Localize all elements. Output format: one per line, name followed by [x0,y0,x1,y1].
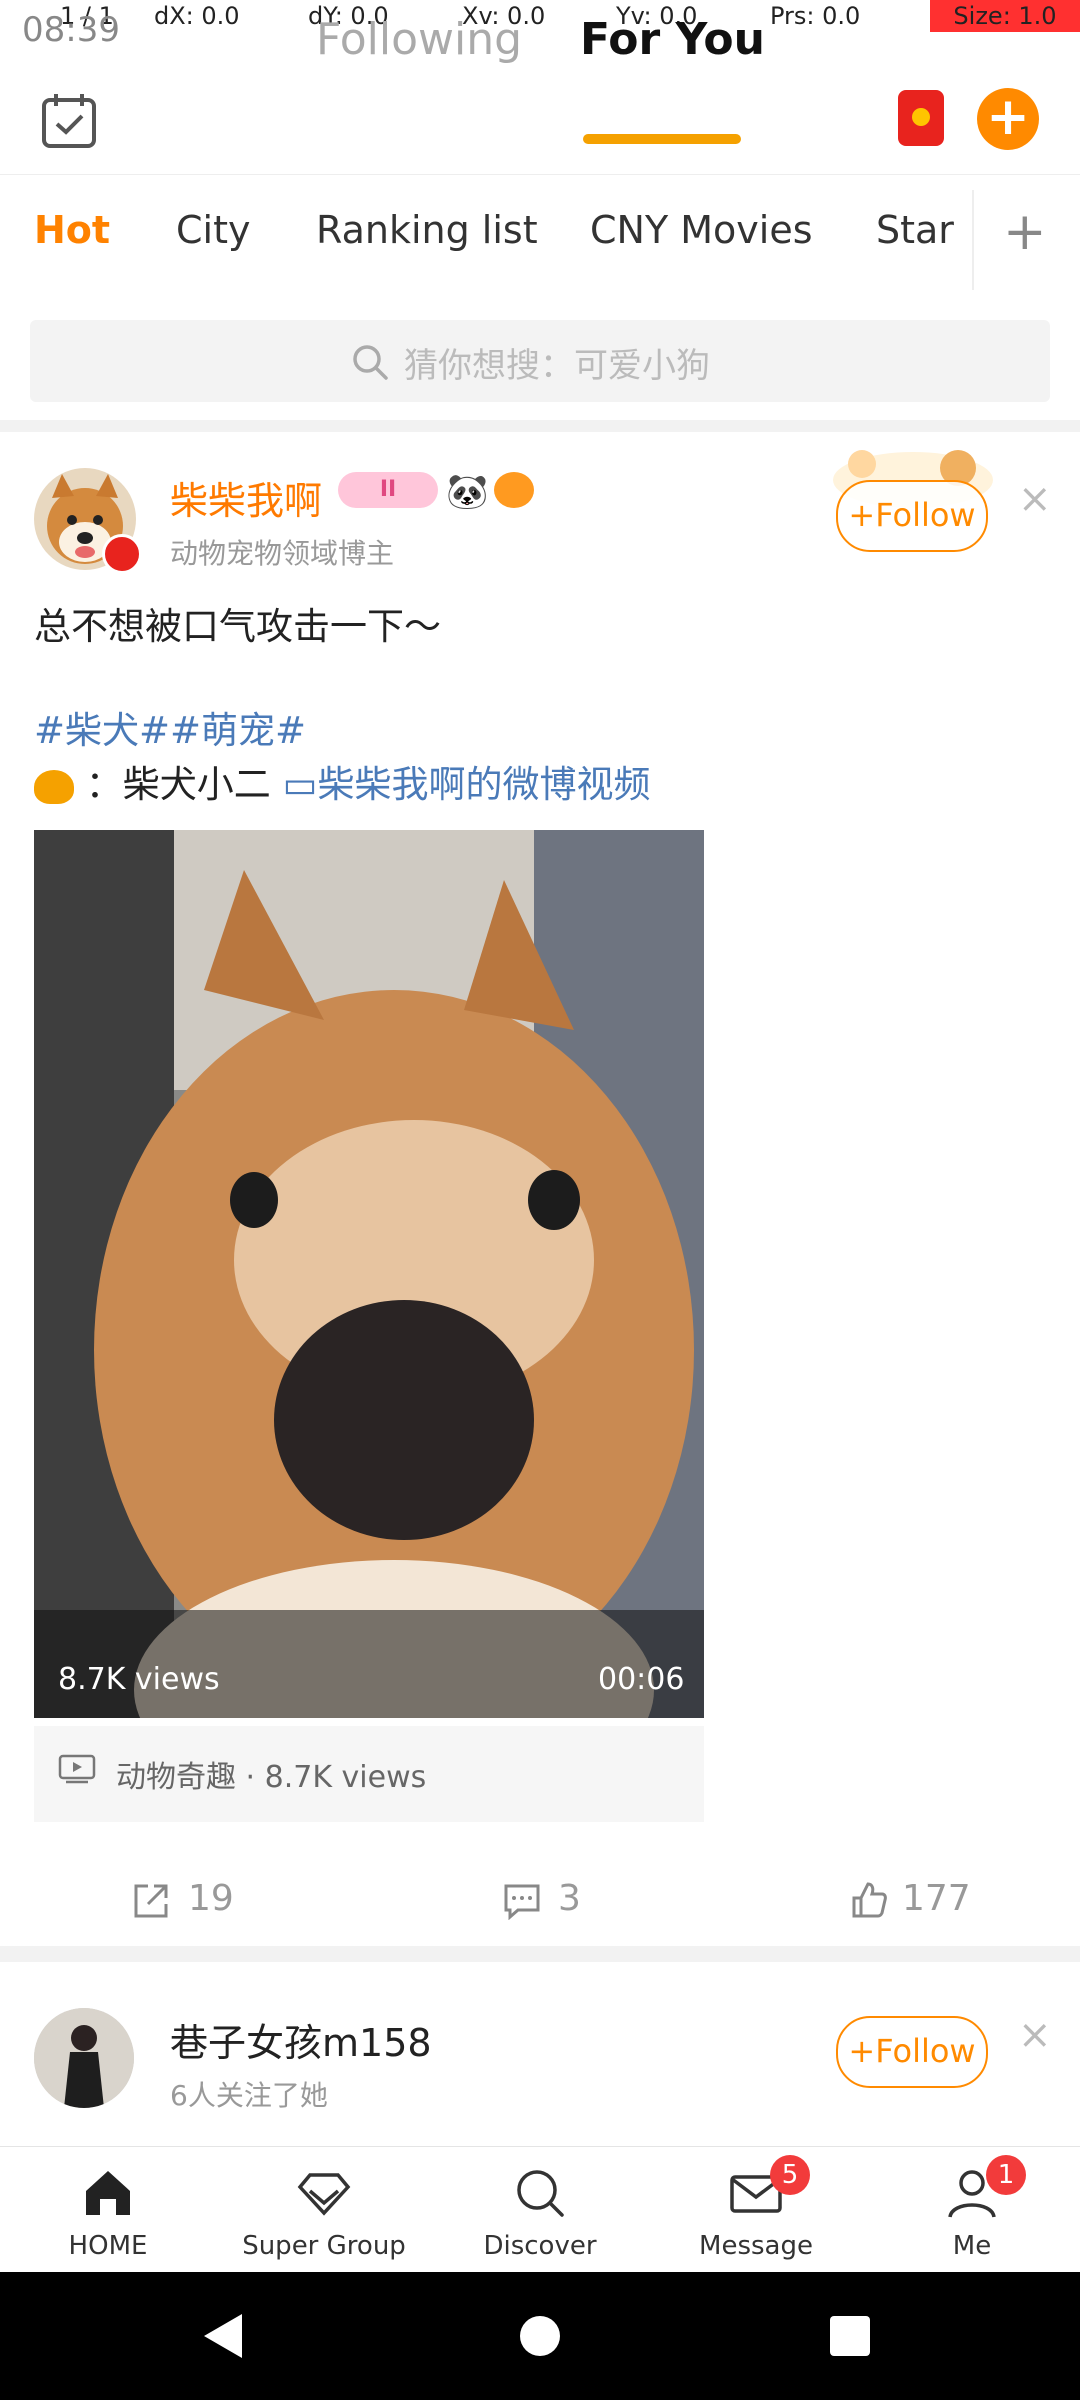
checkin-icon[interactable] [40,92,98,150]
category-add-icon[interactable]: + [1003,202,1047,262]
post2-follow-button[interactable]: +Follow [836,2016,988,2088]
message-badge: 5 [770,2155,810,2195]
red-packet-icon[interactable] [898,90,944,146]
post1-video[interactable] [34,830,704,1718]
tab-for-you[interactable]: For You [580,14,765,65]
bottom-navigation: HOME Super Group Discover 5 Message 1 Me [0,2146,1080,2273]
category-star[interactable]: Star [876,208,954,252]
tab-active-indicator [583,134,741,144]
category-hot[interactable]: Hot [34,208,110,252]
post1-video-prefix: ：柴犬小二 [85,763,271,806]
video-link-icon: ▭ [282,763,318,806]
like-icon[interactable] [850,1880,888,1920]
fish-badge-icon [494,472,534,508]
post1-close-icon[interactable]: × [1018,476,1052,522]
nav-discover-label: Discover [483,2231,597,2261]
nav-home-label: HOME [68,2231,148,2261]
status-time: 08:39 [22,10,120,50]
video-play-icon [58,1754,96,1784]
search-placeholder: 猜你想搜：可爱小狗 [404,346,710,386]
category-cny-movies[interactable]: CNY Movies [590,208,813,252]
debug-prs: Prs: 0.0 [770,2,861,30]
home-icon [86,2171,130,2215]
nav-home[interactable]: HOME [0,2147,216,2273]
post1-video-link[interactable]: 柴柴我啊的微博视频 [318,763,651,806]
post2-close-icon[interactable]: × [1018,2012,1052,2058]
home-button-icon[interactable] [520,2316,560,2356]
post1-author-name[interactable]: 柴柴我啊 [170,470,322,525]
post1-follow-label: Follow [875,496,976,534]
nav-me[interactable]: 1 Me [864,2147,1080,2273]
post2-author-subtitle: 6人关注了她 [170,2079,328,2112]
post1-text: 总不想被口气攻击一下～ [34,605,441,648]
me-badge: 1 [986,2155,1026,2195]
category-row: Hot City Ranking list CNY Movies Star + [0,184,1080,292]
recents-icon[interactable] [830,2316,870,2356]
category-city[interactable]: City [176,208,250,252]
verified-badge-icon [102,534,142,574]
mango-emoji-icon [34,769,74,804]
post2-follow-label: Follow [875,2032,976,2070]
search-icon [353,345,388,380]
nav-super-group[interactable]: Super Group [216,2147,432,2273]
nav-message-label: Message [699,2231,813,2261]
post2-avatar[interactable] [34,2008,134,2108]
nav-discover[interactable]: Discover [432,2147,648,2273]
compose-button[interactable]: + [977,88,1039,150]
comment-icon[interactable] [502,1882,542,1920]
nav-message[interactable]: 5 Message [648,2147,864,2273]
video-source-text: 动物奇趣 · 8.7K views [116,1760,427,1795]
diamond-icon [297,2173,351,2216]
fan-medal-badge: II [338,472,438,508]
back-icon[interactable] [204,2314,242,2358]
comment-count[interactable]: 3 [558,1878,581,1919]
post1-follow-button[interactable]: +Follow [836,480,988,552]
debug-overlay: 1 / 1 dX: 0.0 dY: 0.0 Xv: 0.0 Yv: 0.0 Pr… [0,0,1080,36]
share-icon[interactable] [132,1882,170,1920]
post1-hashtags[interactable]: #柴犬##萌宠# [34,700,306,754]
category-divider [972,190,974,290]
share-count[interactable]: 19 [188,1878,234,1919]
panda-icon: 🐼 [446,472,489,512]
category-ranking-list[interactable]: Ranking list [316,208,538,252]
tab-following[interactable]: Following [316,14,522,65]
video-views: 8.7K views [58,1662,220,1697]
post2-author-name[interactable]: 巷子女孩m158 [170,2012,432,2067]
debug-dx: dX: 0.0 [154,2,240,30]
nav-super-group-label: Super Group [242,2231,406,2261]
video-duration: 00:06 [598,1662,685,1697]
discover-icon [517,2170,564,2217]
nav-me-label: Me [952,2231,992,2261]
post1-author-subtitle: 动物宠物领域博主 [170,537,395,570]
like-count[interactable]: 177 [902,1878,971,1919]
debug-size: Size: 1.0 [930,0,1080,32]
post1-video-line: ：柴犬小二 ▭柴柴我啊的微博视频 [34,754,651,808]
